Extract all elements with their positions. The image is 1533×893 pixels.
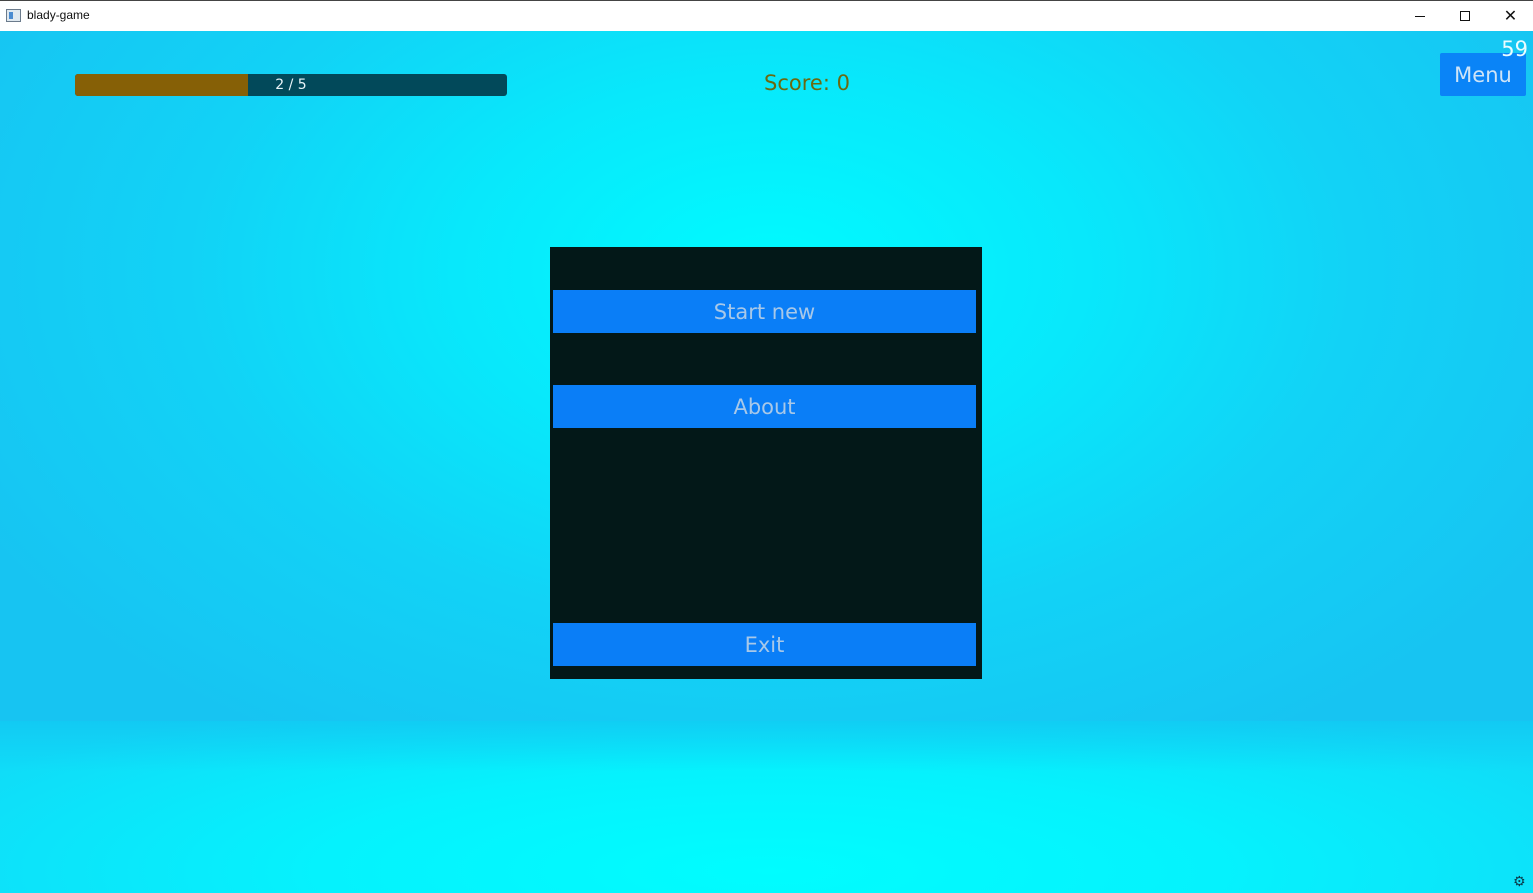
level-progress-bar: 2 / 5	[75, 74, 507, 96]
score-label: Score: 0	[764, 71, 850, 95]
window-titlebar[interactable]: blady-game ✕	[0, 0, 1533, 31]
close-icon: ✕	[1503, 6, 1518, 25]
about-button[interactable]: About	[553, 385, 976, 428]
fps-counter: 59	[1501, 37, 1528, 61]
minimize-icon	[1414, 15, 1425, 17]
floor	[0, 721, 1533, 893]
start-new-button[interactable]: Start new	[553, 290, 976, 333]
main-menu-panel: Start new About Exit	[550, 247, 982, 679]
exit-button[interactable]: Exit	[553, 623, 976, 666]
maximize-icon	[1459, 11, 1470, 21]
close-button[interactable]: ✕	[1488, 1, 1533, 31]
maximize-button[interactable]	[1442, 1, 1487, 31]
window-title: blady-game	[27, 8, 90, 22]
gear-icon[interactable]: ⚙	[1513, 874, 1526, 890]
progress-label: 2 / 5	[275, 77, 307, 93]
game-viewport[interactable]: 2 / 5 Score: 0 Menu 59 Start new About E…	[0, 31, 1533, 893]
app-icon	[6, 9, 21, 22]
minimize-button[interactable]	[1397, 1, 1442, 31]
